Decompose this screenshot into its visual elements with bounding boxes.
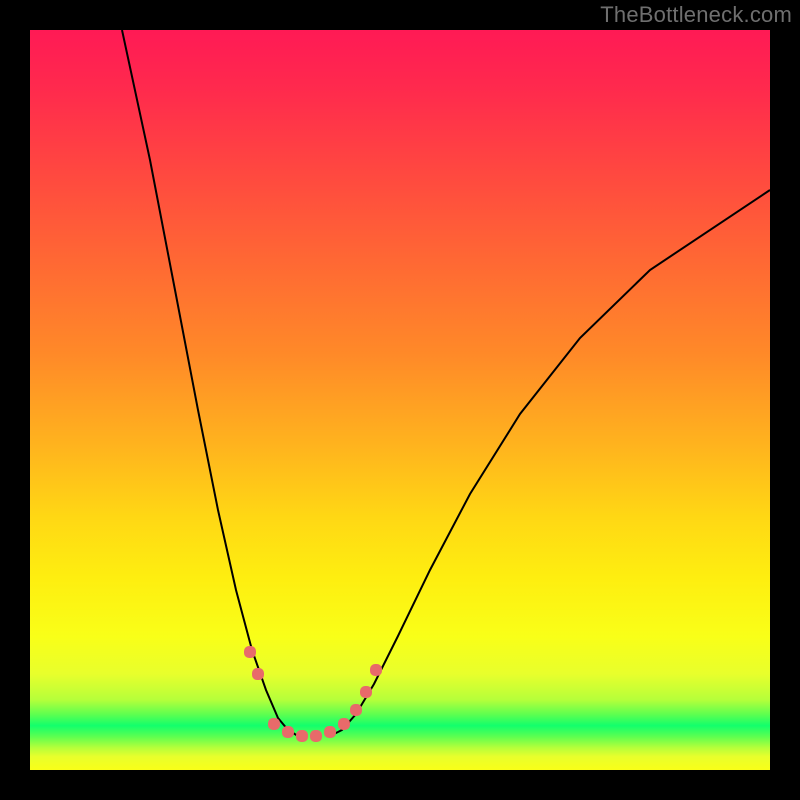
valley-marker xyxy=(252,668,264,680)
chart-frame: TheBottleneck.com xyxy=(0,0,800,800)
valley-marker xyxy=(244,646,256,658)
valley-marker xyxy=(370,664,382,676)
valley-marker xyxy=(324,726,336,738)
curve-layer xyxy=(30,30,770,770)
watermark-text: TheBottleneck.com xyxy=(600,2,792,28)
valley-marker xyxy=(282,726,294,738)
valley-marker xyxy=(310,730,322,742)
valley-marker xyxy=(350,704,362,716)
left-falling-arm xyxy=(122,30,298,736)
valley-marker xyxy=(268,718,280,730)
right-rising-arm xyxy=(330,190,770,736)
valley-markers xyxy=(244,646,382,742)
plot-area xyxy=(30,30,770,770)
valley-marker xyxy=(296,730,308,742)
valley-marker xyxy=(360,686,372,698)
valley-marker xyxy=(338,718,350,730)
